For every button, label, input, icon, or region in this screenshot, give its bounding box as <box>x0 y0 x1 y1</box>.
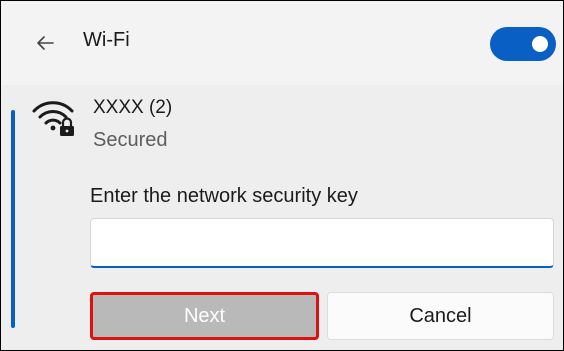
page-title: Wi-Fi <box>83 29 130 51</box>
network-status: Secured <box>93 129 168 151</box>
network-panel: XXXX (2) Secured Enter the network secur… <box>1 85 563 350</box>
wifi-flyout: Wi-Fi XXXX (2) Secured Enter the network… <box>0 0 564 351</box>
toggle-knob <box>532 36 548 52</box>
security-key-input[interactable] <box>90 218 554 268</box>
selection-indicator <box>11 110 15 328</box>
network-name: XXXX (2) <box>93 97 173 118</box>
wifi-header: Wi-Fi <box>1 1 563 85</box>
cancel-button[interactable]: Cancel <box>327 292 554 340</box>
arrow-left-icon[interactable] <box>33 31 57 55</box>
wifi-secured-icon <box>32 101 74 136</box>
wifi-toggle[interactable] <box>490 27 556 61</box>
next-button[interactable]: Next <box>90 292 319 340</box>
security-key-label: Enter the network security key <box>90 185 358 207</box>
